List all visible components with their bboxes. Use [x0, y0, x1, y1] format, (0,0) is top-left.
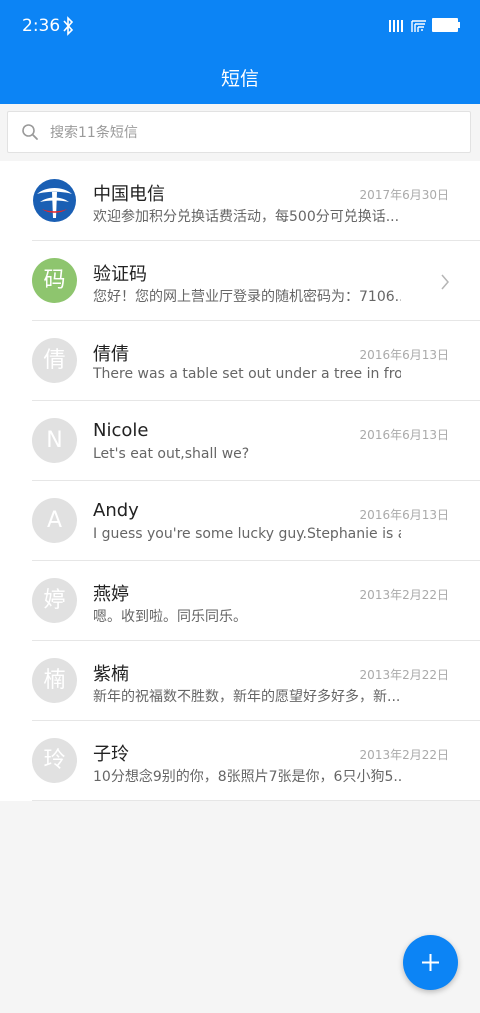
status-bar: 2:36 [0, 0, 480, 52]
conversation-list: 中国电信 2017年6月30日 欢迎参加积分兑换话费活动，每500分可兑换话..… [0, 161, 480, 801]
divider [32, 800, 480, 801]
message-preview: 欢迎参加积分兑换话费活动，每500分可兑换话... [93, 209, 400, 225]
message-date: 2016年6月13日 [359, 428, 449, 442]
contact-name: 中国电信 [93, 184, 165, 205]
chevron-right-icon[interactable] [440, 274, 450, 290]
message-preview: There was a table set out under a tree i… [93, 366, 401, 382]
page-title: 短信 [220, 68, 259, 90]
message-preview: 嗯。收到啦。同乐同乐。 [93, 609, 247, 625]
message-preview: 新年的祝福数不胜数，新年的愿望好多好多，新... [93, 689, 401, 705]
china-telecom-logo-icon [33, 179, 76, 222]
contact-name: 倩倩 [93, 344, 129, 365]
conversation-item[interactable]: 玲 子玲 2013年2月22日 10分想念9别的你，8张照片7张是你，6只小狗5… [0, 721, 480, 801]
message-date: 2013年2月22日 [359, 588, 449, 602]
message-date: 2013年2月22日 [359, 748, 449, 762]
app-header: 2:36 短信 [0, 0, 480, 104]
conversation-item[interactable]: N Nicole 2016年6月13日 Let's eat out,shall … [0, 401, 480, 481]
message-preview: 您好！您的网上营业厅登录的随机密码为：7106... [93, 289, 401, 305]
search-icon [22, 124, 38, 140]
bluetooth-icon [63, 16, 74, 36]
avatar: 玲 [32, 738, 77, 783]
message-preview: I guess you're some lucky guy.Stephanie … [93, 526, 401, 542]
conversation-item[interactable]: 码 验证码 您好！您的网上营业厅登录的随机密码为：7106... [0, 241, 480, 321]
avatar: 婷 [32, 578, 77, 623]
contact-name: 燕婷 [93, 584, 129, 605]
message-date: 2013年2月22日 [359, 668, 449, 682]
message-preview: 10分想念9别的你，8张照片7张是你，6只小狗5... [93, 769, 401, 785]
message-date: 2017年6月30日 [359, 188, 449, 202]
contact-name: 子玲 [93, 744, 129, 765]
new-message-button[interactable] [403, 935, 458, 990]
search-box[interactable] [7, 111, 471, 153]
conversation-item[interactable]: 倩 倩倩 2016年6月13日 There was a table set ou… [0, 321, 480, 401]
contact-name: 验证码 [93, 264, 147, 285]
china-telecom-logo-avatar [32, 178, 77, 223]
contact-name: Andy [93, 500, 139, 521]
conversation-item[interactable]: A Andy 2016年6月13日 I guess you're some lu… [0, 481, 480, 561]
avatar: N [32, 418, 77, 463]
avatar: 倩 [32, 338, 77, 383]
avatar: 码 [32, 258, 77, 303]
contact-name: 紫楠 [93, 664, 129, 685]
search-input[interactable] [48, 120, 452, 146]
conversation-item[interactable]: 中国电信 2017年6月30日 欢迎参加积分兑换话费活动，每500分可兑换话..… [0, 161, 480, 241]
conversation-item[interactable]: 楠 紫楠 2013年2月22日 新年的祝福数不胜数，新年的愿望好多好多，新... [0, 641, 480, 721]
avatar: 楠 [32, 658, 77, 703]
avatar: A [32, 498, 77, 543]
message-date: 2016年6月13日 [359, 348, 449, 362]
plus-icon [422, 954, 439, 971]
message-preview: Let's eat out,shall we? [93, 446, 250, 462]
status-time: 2:36 [22, 16, 61, 36]
message-date: 2016年6月13日 [359, 508, 449, 522]
battery-icon [432, 18, 460, 32]
wifi-icon [411, 20, 426, 32]
contact-name: Nicole [93, 420, 149, 441]
signal-icon [389, 20, 403, 32]
search-bar [0, 104, 480, 160]
conversation-item[interactable]: 婷 燕婷 2013年2月22日 嗯。收到啦。同乐同乐。 [0, 561, 480, 641]
